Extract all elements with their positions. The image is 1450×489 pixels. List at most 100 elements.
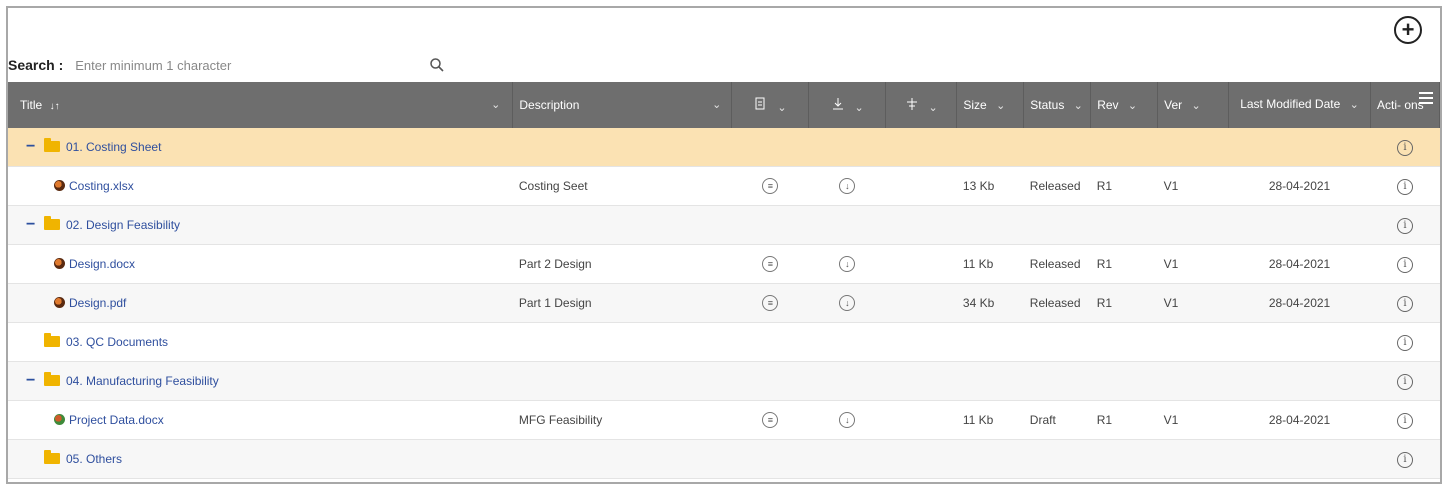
view-cell: [731, 322, 809, 362]
add-document-button[interactable]: +: [1394, 16, 1422, 44]
size-cell: [956, 205, 1024, 245]
status-cell: [1023, 205, 1091, 245]
download-icon[interactable]: ↓: [839, 295, 856, 311]
column-status[interactable]: Status ⌄: [1023, 82, 1092, 128]
folder-row[interactable]: −03. QC Documents i: [8, 322, 1440, 362]
chevron-down-icon[interactable]: ⌄: [1191, 100, 1200, 112]
ver-cell: [1157, 322, 1229, 362]
ver-cell: [1157, 439, 1229, 479]
column-description[interactable]: Description ⌄: [512, 82, 733, 128]
date-cell: [1228, 439, 1371, 479]
file-name-link[interactable]: Costing.xlsx: [69, 179, 134, 193]
view-cell: ≡: [731, 283, 809, 323]
size-cell: [956, 439, 1024, 479]
chevron-down-icon[interactable]: ⌄: [1128, 100, 1137, 112]
file-name-link[interactable]: Design.docx: [69, 257, 135, 271]
folder-name-link[interactable]: 05. Others: [66, 452, 122, 466]
workflow-cell: [885, 439, 957, 479]
date-cell: 28-04-2021: [1228, 283, 1371, 323]
column-ver[interactable]: Ver ⌄: [1157, 82, 1230, 128]
magnifier-icon[interactable]: [429, 57, 445, 73]
status-cell: Released: [1023, 166, 1091, 206]
info-icon[interactable]: i: [1396, 178, 1413, 195]
info-icon[interactable]: i: [1396, 139, 1413, 156]
document-grid-panel: + Search : Title ↓↑: [6, 6, 1442, 484]
column-title-label: Title: [20, 98, 43, 112]
view-cell: [731, 439, 809, 479]
folder-icon: [44, 372, 60, 386]
workflow-cell: [885, 166, 957, 206]
status-cell: Draft: [1023, 400, 1091, 440]
info-icon[interactable]: i: [1396, 217, 1413, 234]
ver-cell: [1157, 361, 1229, 401]
size-cell: [956, 128, 1024, 167]
info-icon[interactable]: i: [1396, 295, 1413, 312]
actions-cell: i: [1370, 283, 1440, 323]
folder-name-link[interactable]: 01. Costing Sheet: [66, 140, 161, 154]
file-row[interactable]: Design.docx Part 2 Design ≡ ↓ 11 Kb Released R…: [8, 244, 1440, 284]
download-icon[interactable]: ↓: [839, 412, 856, 428]
column-view[interactable]: ⌄: [731, 82, 810, 128]
chevron-down-icon[interactable]: ⌄: [1074, 100, 1083, 112]
column-status-label: Status: [1030, 98, 1065, 112]
column-workflow[interactable]: ⌄: [885, 82, 958, 128]
title-cell: − 02. Design Feasibility: [8, 205, 513, 245]
chevron-down-icon[interactable]: ⌄: [928, 102, 937, 114]
download-icon[interactable]: ↓: [839, 178, 856, 194]
column-rev[interactable]: Rev ⌄: [1090, 82, 1159, 128]
folder-name-link[interactable]: 04. Manufacturing Feasibility: [66, 374, 219, 388]
sort-icon[interactable]: ↓↑: [50, 101, 60, 112]
collapse-toggle-icon[interactable]: −: [26, 138, 38, 156]
collapse-toggle-icon[interactable]: −: [26, 372, 38, 390]
column-size-label: Size: [963, 98, 987, 112]
folder-name-link[interactable]: 03. QC Documents: [66, 335, 168, 349]
document-icon: [54, 414, 65, 425]
chevron-down-icon[interactable]: ⌄: [712, 98, 721, 111]
view-icon[interactable]: ≡: [762, 295, 779, 311]
column-title[interactable]: Title ↓↑ ⌄: [8, 82, 514, 128]
chevron-down-icon[interactable]: ⌄: [996, 100, 1005, 112]
info-icon[interactable]: i: [1396, 256, 1413, 273]
view-icon[interactable]: ≡: [762, 256, 779, 272]
search-input[interactable]: [73, 56, 428, 74]
file-row[interactable]: Costing.xlsx Costing Seet ≡ ↓ 13 Kb Released R…: [8, 166, 1440, 206]
rev-cell: [1090, 439, 1158, 479]
folder-name-link[interactable]: 02. Design Feasibility: [66, 218, 180, 232]
document-icon: [54, 297, 65, 308]
actions-cell: i: [1370, 361, 1440, 401]
download-cell: [808, 128, 886, 167]
chevron-down-icon[interactable]: ⌄: [854, 102, 863, 114]
view-icon[interactable]: ≡: [762, 412, 779, 428]
folder-icon: [44, 138, 60, 152]
date-cell: 28-04-2021: [1228, 400, 1371, 440]
ver-cell: V1: [1157, 166, 1229, 206]
folder-row[interactable]: − 04. Manufacturing Feasibility i: [8, 361, 1440, 401]
column-download[interactable]: ⌄: [808, 82, 887, 128]
actions-cell: i: [1370, 128, 1440, 167]
column-menu-icon[interactable]: [1419, 92, 1433, 104]
rev-cell: R1: [1090, 400, 1158, 440]
info-icon[interactable]: i: [1396, 373, 1413, 390]
file-row[interactable]: Project Data.docx MFG Feasibility ≡ ↓ 11 Kb D…: [8, 400, 1440, 440]
file-name-link[interactable]: Design.pdf: [69, 296, 126, 310]
download-icon[interactable]: ↓: [839, 256, 856, 272]
collapse-toggle-icon[interactable]: −: [26, 216, 38, 234]
folder-row[interactable]: − 02. Design Feasibility i: [8, 205, 1440, 245]
folder-row[interactable]: −05. Others i: [8, 439, 1440, 479]
chevron-down-icon[interactable]: ⌄: [777, 102, 786, 114]
document-icon: [54, 180, 65, 191]
rev-cell: [1090, 205, 1158, 245]
column-size[interactable]: Size ⌄: [956, 82, 1025, 128]
file-name-link[interactable]: Project Data.docx: [69, 413, 164, 427]
info-icon[interactable]: i: [1396, 451, 1413, 468]
description-cell: Part 1 Design: [512, 283, 732, 323]
view-icon[interactable]: ≡: [762, 178, 779, 194]
chevron-down-icon[interactable]: ⌄: [1350, 99, 1359, 111]
folder-row[interactable]: − 01. Costing Sheet i: [8, 128, 1440, 167]
file-row[interactable]: Design.pdf Part 1 Design ≡ ↓ 34 Kb Released R1…: [8, 283, 1440, 323]
chevron-down-icon[interactable]: ⌄: [491, 98, 500, 111]
column-last-modified[interactable]: Last Modified Date ⌄: [1228, 82, 1371, 128]
size-cell: [956, 361, 1024, 401]
info-icon[interactable]: i: [1396, 412, 1413, 429]
info-icon[interactable]: i: [1396, 334, 1413, 351]
